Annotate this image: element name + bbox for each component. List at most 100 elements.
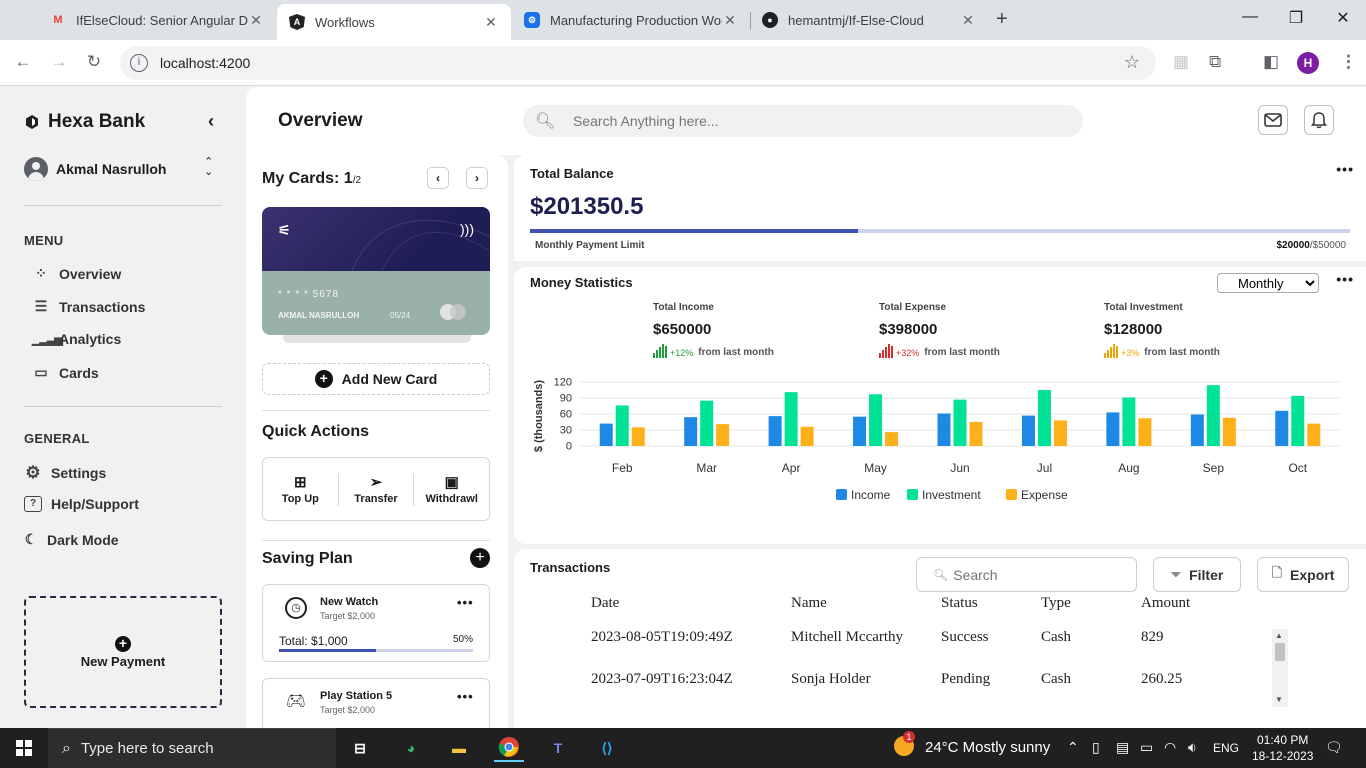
window-close-icon[interactable]: ✕: [1333, 8, 1353, 28]
card-brand-logo: [450, 304, 466, 320]
divider: [262, 410, 490, 411]
sidebar-item-overview[interactable]: ⁘ Overview: [32, 265, 121, 282]
sidebar-item-analytics[interactable]: ▁▂▃▅ Analytics: [32, 331, 121, 347]
url-text[interactable]: localhost:4200: [160, 55, 250, 71]
tab-workflows[interactable]: A Workflows ✕: [277, 4, 511, 40]
tab-gmail[interactable]: M IfElseCloud: Senior Angular Dev ✕: [38, 0, 276, 40]
add-card-button[interactable]: + Add New Card: [262, 363, 490, 395]
filter-button[interactable]: ⏷ Filter: [1153, 557, 1241, 592]
bar-investment: [1037, 390, 1051, 446]
edge-icon[interactable]: ◕: [396, 734, 426, 762]
profile-avatar[interactable]: H: [1297, 52, 1319, 74]
extensions-puzzle-icon[interactable]: ⧉: [1209, 52, 1221, 72]
new-payment-button[interactable]: + New Payment: [24, 596, 222, 708]
close-icon[interactable]: ✕: [722, 12, 738, 29]
scroll-up-icon[interactable]: ▲: [1275, 631, 1283, 640]
reload-icon[interactable]: ↻: [83, 52, 105, 72]
add-plan-button[interactable]: +: [470, 548, 490, 568]
search-input[interactable]: [573, 113, 1033, 129]
scroll-thumb[interactable]: [1275, 643, 1285, 661]
contactless-icon: ))): [460, 221, 474, 237]
taskbar-search[interactable]: ⌕ Type here to search: [48, 728, 336, 768]
saving-plan-card[interactable]: ◷ New Watch Target $2,000 ••• Total: $1,…: [262, 584, 490, 662]
stats-title: Money Statistics: [530, 275, 633, 290]
kpi-value: $128000: [1104, 321, 1163, 338]
chrome-icon[interactable]: [494, 734, 524, 762]
battery-icon[interactable]: ▭: [1140, 739, 1153, 756]
chevron-updown-icon[interactable]: ⌃ ⌄: [204, 157, 213, 178]
more-icon[interactable]: •••: [457, 595, 474, 610]
credit-card[interactable]: ⚟ ))) * * * * 5678 AKMAL NASRULLOH 05/24: [262, 207, 490, 335]
bar-expense: [1053, 420, 1067, 446]
transactions-search[interactable]: 🔍︎: [916, 557, 1137, 592]
transactions-search-input[interactable]: [953, 566, 1134, 583]
sidebar-item-darkmode[interactable]: ☾ Dark Mode: [24, 531, 119, 548]
notifications-icon[interactable]: 🗨︎: [1325, 739, 1343, 756]
brand-name: Hexa Bank: [48, 111, 146, 132]
more-icon[interactable]: •••: [1336, 161, 1354, 177]
next-card-button[interactable]: ›: [466, 167, 488, 189]
notification-button[interactable]: [1304, 105, 1334, 135]
cell-date: 2023-07-09T16:23:04Z: [591, 671, 733, 687]
more-icon[interactable]: •••: [1336, 271, 1354, 287]
collapse-sidebar-icon[interactable]: ‹: [208, 111, 214, 132]
clipboard-icon[interactable]: ▤: [1116, 739, 1129, 756]
close-icon[interactable]: ✕: [483, 14, 499, 31]
sidepanel-icon[interactable]: ◧: [1263, 52, 1279, 72]
device-icon[interactable]: ▯: [1092, 739, 1100, 756]
tab-github[interactable]: ● hemantmj/If-Else-Cloud ✕: [750, 0, 988, 40]
export-button[interactable]: 🗋 Export: [1257, 557, 1349, 592]
sidebar-item-settings[interactable]: ⚙ Settings: [24, 463, 106, 483]
bar-investment: [1291, 395, 1305, 446]
prev-card-button[interactable]: ‹: [427, 167, 449, 189]
extension-icon[interactable]: ▦: [1173, 52, 1189, 72]
scroll-down-icon[interactable]: ▼: [1275, 695, 1283, 704]
weather-text[interactable]: 24°C Mostly sunny: [925, 739, 1050, 756]
sidebar-item-transactions[interactable]: ☰ Transactions: [32, 298, 146, 315]
transfer-button[interactable]: ➢ Transfer: [339, 458, 414, 520]
time: 01:40 PM: [1257, 733, 1309, 747]
y-tick-label: 90: [560, 393, 572, 405]
info-icon[interactable]: i: [130, 54, 148, 72]
gear-icon: ⚙: [25, 463, 41, 482]
wifi-icon[interactable]: ◠: [1164, 739, 1176, 756]
back-icon[interactable]: ←: [12, 52, 34, 72]
new-tab-button[interactable]: +: [996, 8, 1008, 31]
more-icon[interactable]: •••: [457, 689, 474, 704]
saving-plan-card[interactable]: 🎮︎ Play Station 5 Target $2,000 •••: [262, 678, 490, 728]
bookmark-star-icon[interactable]: ☆: [1124, 52, 1140, 73]
volume-icon[interactable]: 🔉︎: [1188, 739, 1197, 756]
minimize-icon[interactable]: —: [1240, 8, 1260, 26]
mail-button[interactable]: [1258, 105, 1288, 135]
bar-investment: [615, 405, 629, 446]
chevron-up-icon[interactable]: ⌃: [1067, 739, 1079, 756]
windows-start-icon[interactable]: [16, 740, 32, 756]
task-view-icon[interactable]: ⊟: [345, 734, 375, 762]
address-bar[interactable]: i localhost:4200 ☆: [120, 46, 1156, 80]
sidebar-item-help[interactable]: ? Help/Support: [24, 496, 139, 512]
global-search[interactable]: 🔍︎: [523, 105, 1083, 137]
brand: Hexa Bank: [24, 111, 145, 133]
file-explorer-icon[interactable]: ▬: [444, 734, 474, 762]
table-scrollbar[interactable]: ▲ ▼: [1272, 629, 1288, 707]
withdraw-button[interactable]: ▣ Withdrawl: [414, 458, 489, 520]
clock[interactable]: 01:40 PM 18-12-2023: [1252, 732, 1313, 764]
bar-investment: [869, 394, 883, 446]
limit-used: $20000: [1276, 240, 1310, 251]
top-up-button[interactable]: ⊞ Top Up: [263, 458, 338, 520]
close-icon[interactable]: ✕: [960, 12, 976, 29]
restore-icon[interactable]: ❐: [1286, 8, 1306, 28]
period-select[interactable]: Monthly: [1217, 273, 1319, 293]
legend-label: Expense: [1021, 488, 1068, 502]
limit-total: /$50000: [1309, 240, 1346, 251]
teams-icon[interactable]: T: [543, 734, 573, 762]
language-indicator[interactable]: ENG: [1213, 741, 1239, 755]
forward-icon[interactable]: →: [48, 52, 70, 72]
vscode-icon[interactable]: ⟨⟩: [592, 734, 622, 762]
sidebar-item-cards[interactable]: ▭ Cards: [32, 364, 98, 381]
weather-icon[interactable]: 1: [894, 731, 915, 759]
kebab-menu-icon[interactable]: ⋮: [1340, 52, 1357, 72]
user-switcher[interactable]: Akmal Nasrulloh: [24, 157, 166, 181]
close-icon[interactable]: ✕: [248, 12, 264, 29]
tab-manufacturing[interactable]: ⚙ Manufacturing Production Wor ✕: [512, 0, 750, 40]
